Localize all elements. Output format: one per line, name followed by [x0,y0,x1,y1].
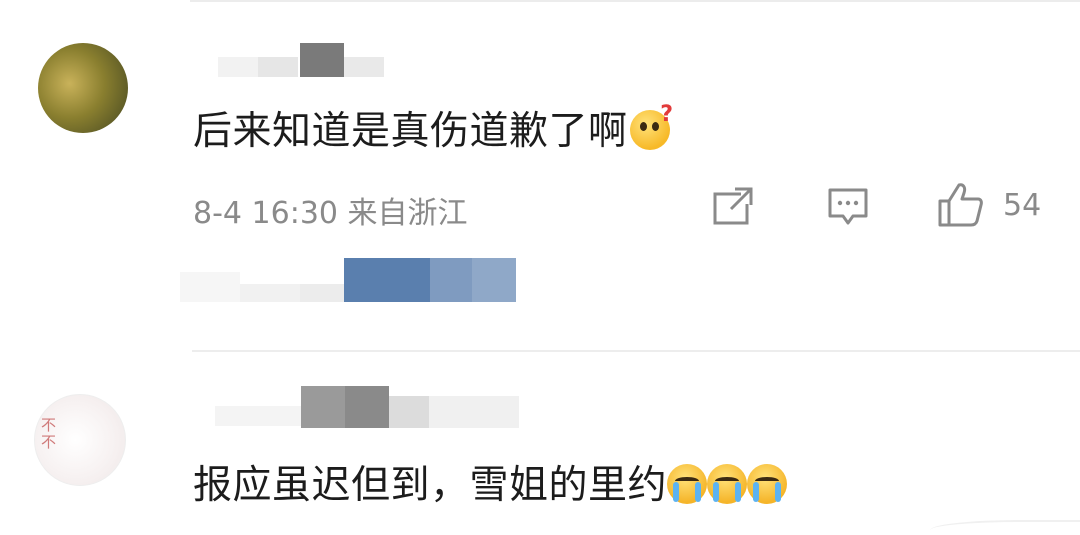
avatar[interactable] [38,43,128,133]
like-count: 54 [1003,188,1042,223]
mosaic-icon [215,386,519,428]
avatar[interactable]: 不不 [34,394,126,486]
share-icon [713,187,753,225]
reply-button[interactable] [826,186,870,232]
timestamp-location: 8-4 16:30 来自浙江 [193,196,468,231]
comment-text: 报应虽迟但到，雪姐的里约 [193,454,788,510]
seal-icon: 不不 [41,416,57,451]
comment-body: 后来知道是真伤道歉了啊 [193,109,628,154]
username-censored[interactable] [218,43,388,87]
comment-item: 后来知道是真伤道歉了啊 8-4 16:30 来自浙江 [0,0,1080,350]
like-button[interactable] [936,181,986,233]
crying-face-icon [667,464,708,504]
comment-item: 不不 报应虽迟但到，雪姐的里约 [0,352,1080,535]
comment-text: 后来知道是真伤道歉了啊 [193,100,674,156]
thumbs-up-icon [938,183,983,227]
share-button[interactable] [711,186,755,230]
comment-feed: 后来知道是真伤道歉了啊 8-4 16:30 来自浙江 [0,0,1080,535]
crying-face-icon [707,464,748,504]
thinking-face-icon [629,102,674,150]
mosaic-icon [180,258,516,302]
comment-icon [828,188,868,225]
reply-preview-censored[interactable] [180,258,520,310]
crying-face-icon [747,464,788,504]
mosaic-icon [218,43,384,77]
comment-meta: 8-4 16:30 来自浙江 54 [193,183,1053,231]
username-censored[interactable] [215,386,525,438]
comment-body: 报应虽迟但到，雪姐的里约 [193,463,668,508]
